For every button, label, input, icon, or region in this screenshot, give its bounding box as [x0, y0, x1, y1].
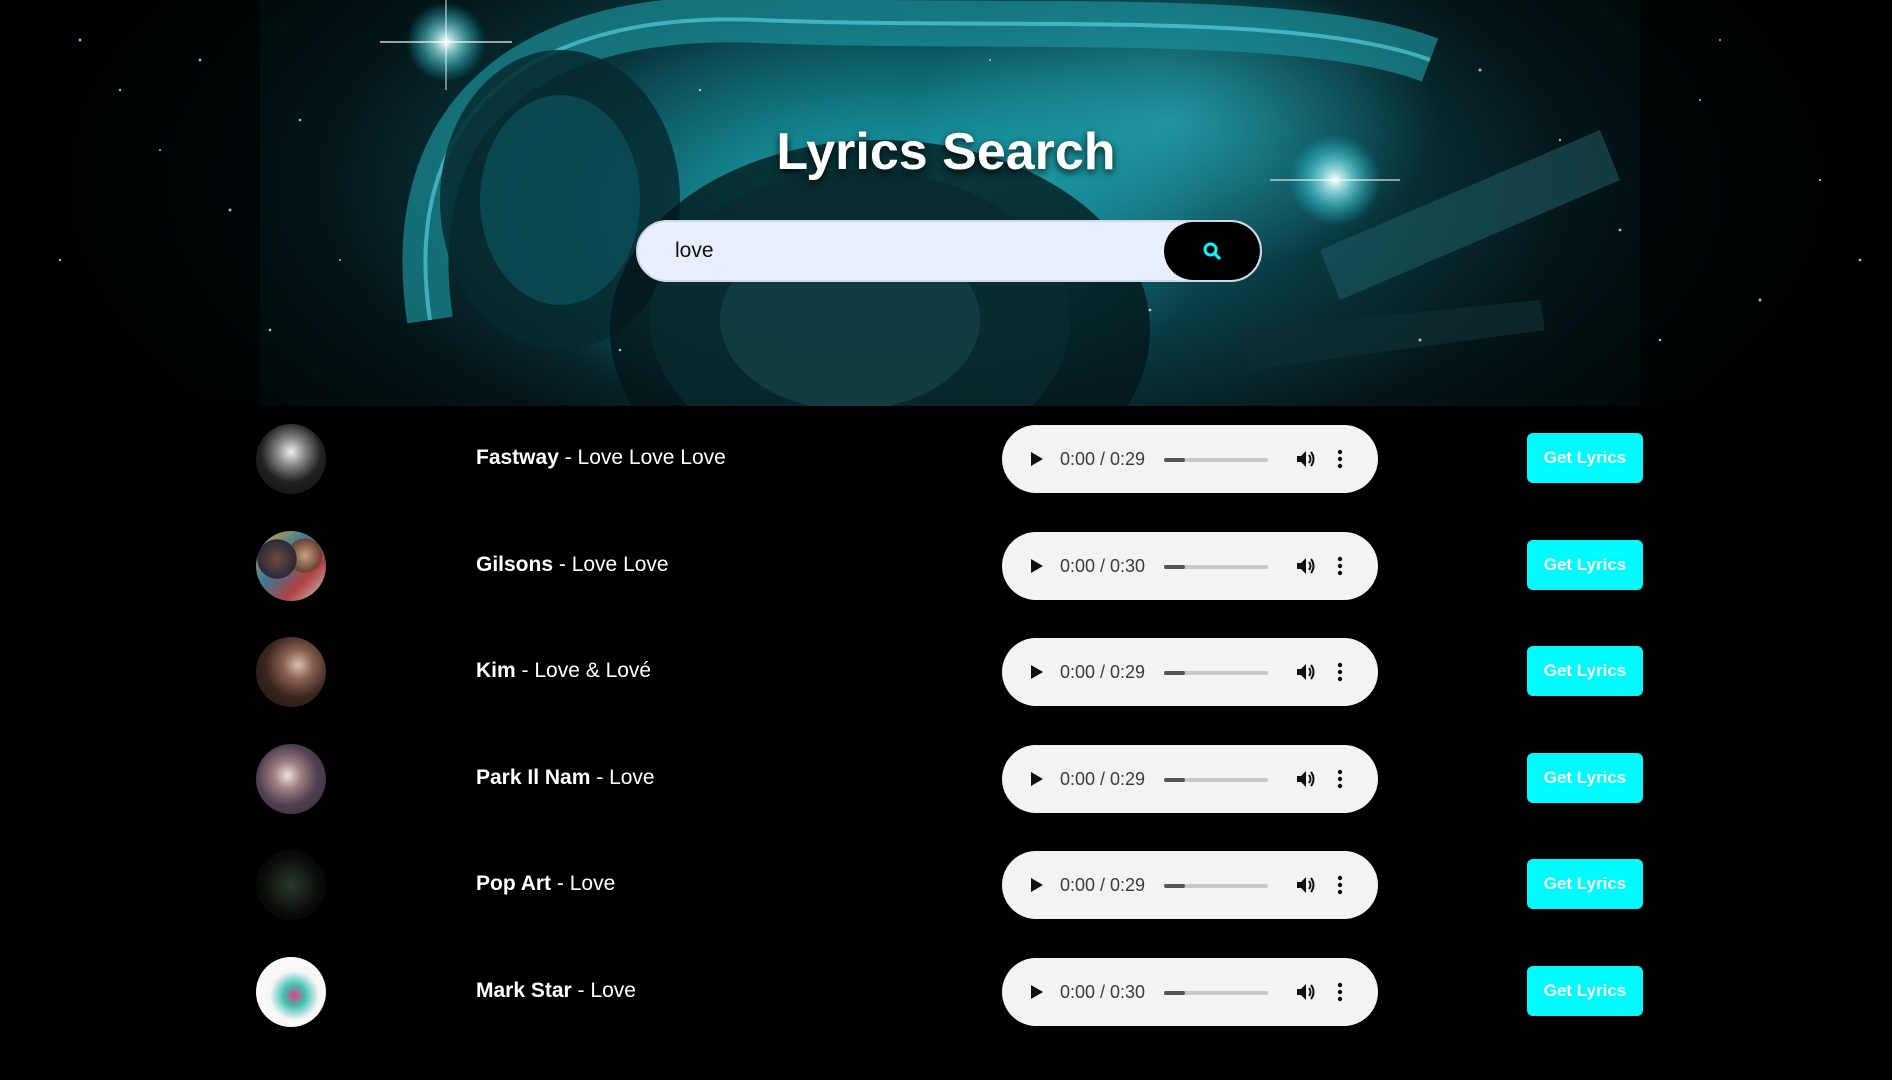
- result-row: Gilsons - Love Love 0:00 / 0:30 Get Lyri…: [0, 513, 1892, 619]
- get-lyrics-button[interactable]: Get Lyrics: [1527, 539, 1643, 590]
- artist-avatar: [256, 424, 326, 494]
- time-display: 0:00 / 0:30: [1060, 981, 1146, 1002]
- song-info: Park Il Nam - Love: [476, 766, 655, 790]
- separator: -: [571, 978, 591, 1002]
- seek-bar[interactable]: [1164, 564, 1268, 569]
- seek-bar[interactable]: [1164, 671, 1268, 675]
- song-title: Love Love Love: [577, 446, 726, 469]
- audio-player[interactable]: 0:00 / 0:29: [1002, 851, 1378, 919]
- time-display: 0:00 / 0:29: [1060, 662, 1146, 682]
- result-row: Kim - Love & Lové 0:00 / 0:29 Get Lyrics: [0, 619, 1892, 725]
- seek-bar[interactable]: [1164, 777, 1268, 782]
- play-icon[interactable]: [1026, 875, 1046, 895]
- artist-avatar: [256, 637, 326, 707]
- get-lyrics-button[interactable]: Get Lyrics: [1527, 646, 1643, 696]
- time-display: 0:00 / 0:30: [1060, 555, 1146, 576]
- play-icon[interactable]: [1026, 982, 1046, 1002]
- result-row: Mark Star - Love 0:00 / 0:30 Get Lyrics: [0, 939, 1892, 1045]
- artist-name: Fastway: [476, 446, 559, 469]
- artist-name: Mark Star: [476, 978, 572, 1002]
- separator: -: [553, 552, 572, 576]
- separator: -: [590, 765, 610, 789]
- song-info: Kim - Love & Lové: [476, 659, 651, 683]
- more-options-icon[interactable]: [1335, 448, 1345, 470]
- get-lyrics-button[interactable]: Get Lyrics: [1527, 752, 1643, 803]
- more-options-icon[interactable]: [1335, 555, 1345, 577]
- more-options-icon[interactable]: [1335, 874, 1345, 896]
- time-display: 0:00 / 0:29: [1060, 449, 1146, 469]
- volume-icon[interactable]: [1294, 874, 1316, 896]
- more-options-icon[interactable]: [1335, 981, 1345, 1003]
- song-info: Mark Star - Love: [476, 979, 636, 1003]
- separator: -: [558, 446, 578, 469]
- song-title: Love: [569, 872, 616, 895]
- search-button[interactable]: [1164, 222, 1260, 280]
- artist-name: Kim: [476, 659, 516, 682]
- result-row: Park Il Nam - Love 0:00 / 0:29 Get Lyric…: [0, 726, 1892, 832]
- artist-name: Pop Art: [476, 872, 552, 895]
- search-input[interactable]: [638, 222, 1168, 280]
- song-info: Fastway - Love Love Love: [476, 446, 726, 470]
- artist-name: Park Il Nam: [476, 765, 591, 789]
- volume-icon[interactable]: [1294, 768, 1316, 790]
- headphones-background-art: [0, 0, 1892, 406]
- volume-icon[interactable]: [1294, 448, 1316, 470]
- time-display: 0:00 / 0:29: [1060, 768, 1146, 789]
- artist-name: Gilsons: [476, 552, 554, 576]
- more-options-icon[interactable]: [1335, 768, 1345, 790]
- play-icon[interactable]: [1026, 556, 1046, 576]
- song-info: Pop Art - Love: [476, 872, 615, 896]
- get-lyrics-button[interactable]: Get Lyrics: [1527, 433, 1643, 483]
- artist-avatar: [256, 743, 326, 814]
- result-row: Pop Art - Love 0:00 / 0:29 Get Lyrics: [0, 832, 1892, 938]
- hero-banner: Lyrics Search: [0, 0, 1892, 406]
- audio-player[interactable]: 0:00 / 0:29: [1002, 425, 1378, 493]
- separator: -: [515, 659, 535, 682]
- volume-icon[interactable]: [1294, 661, 1316, 683]
- play-icon[interactable]: [1026, 449, 1046, 469]
- volume-icon[interactable]: [1294, 981, 1316, 1003]
- audio-player[interactable]: 0:00 / 0:30: [1002, 957, 1378, 1026]
- volume-icon[interactable]: [1294, 555, 1316, 577]
- seek-bar[interactable]: [1164, 458, 1268, 462]
- play-icon[interactable]: [1026, 662, 1046, 682]
- song-title: Love: [609, 765, 655, 789]
- search-icon: [1203, 242, 1221, 260]
- seek-bar[interactable]: [1164, 884, 1268, 888]
- song-title: Love Love: [571, 552, 669, 576]
- audio-player[interactable]: 0:00 / 0:30: [1002, 531, 1378, 600]
- separator: -: [551, 872, 570, 895]
- play-icon[interactable]: [1026, 769, 1046, 789]
- artist-avatar: [256, 956, 326, 1027]
- song-title: Love: [590, 978, 636, 1002]
- get-lyrics-button[interactable]: Get Lyrics: [1527, 965, 1643, 1016]
- artist-avatar: [256, 530, 326, 601]
- seek-bar[interactable]: [1164, 990, 1268, 995]
- get-lyrics-button[interactable]: Get Lyrics: [1527, 859, 1643, 909]
- time-display: 0:00 / 0:29: [1060, 875, 1146, 895]
- page-title: Lyrics Search: [776, 123, 1116, 181]
- search-form: [636, 220, 1262, 282]
- artist-avatar: [256, 850, 326, 920]
- song-info: Gilsons - Love Love: [476, 553, 669, 577]
- song-title: Love & Lové: [534, 659, 652, 682]
- more-options-icon[interactable]: [1335, 661, 1345, 683]
- audio-player[interactable]: 0:00 / 0:29: [1002, 744, 1378, 813]
- result-row: Fastway - Love Love Love 0:00 / 0:29 Get…: [0, 406, 1892, 512]
- audio-player[interactable]: 0:00 / 0:29: [1002, 638, 1378, 706]
